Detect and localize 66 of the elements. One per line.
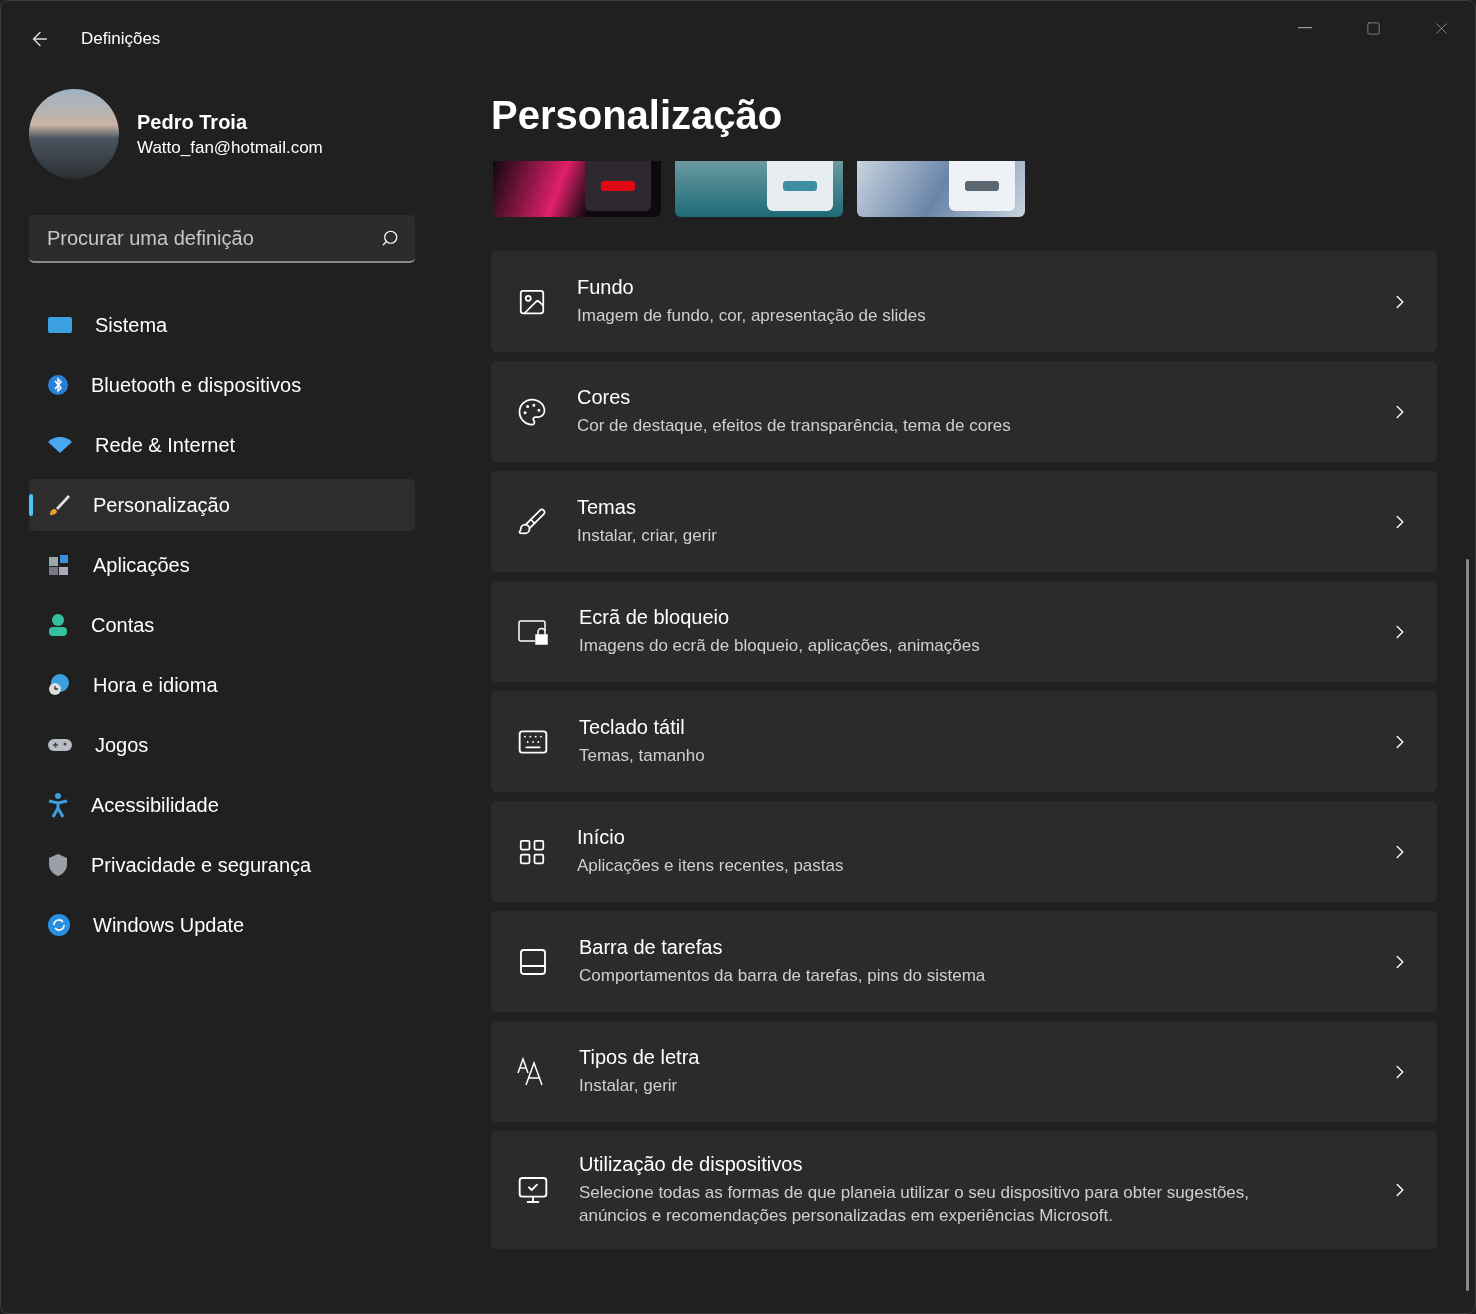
settings-card[interactable]: Teclado tátil Temas, tamanho — [491, 691, 1437, 792]
palette-icon — [517, 396, 547, 427]
sidebar-item[interactable]: Privacidade e segurança — [29, 839, 415, 891]
theme-thumbnail[interactable] — [857, 161, 1025, 217]
minimize-icon — [1298, 27, 1312, 29]
shield-icon — [47, 853, 69, 877]
card-subtitle: Imagens do ecrã de bloqueio, aplicações, animações — [579, 635, 981, 657]
search-field[interactable]: Procurar uma definição — [45, 225, 381, 251]
maximize-icon — [1365, 20, 1381, 36]
paintbrush-icon — [517, 506, 547, 537]
monitor-check-icon — [517, 1174, 549, 1206]
card-title: Ecrã de bloqueio — [579, 606, 731, 629]
person-icon — [47, 613, 69, 637]
sidebar-item[interactable]: Rede & Internet — [29, 419, 415, 471]
monitor-icon — [47, 315, 73, 335]
search-icon — [381, 229, 399, 247]
page-title: Personalização — [491, 92, 784, 139]
selection-indicator — [29, 494, 33, 516]
sidebar-item[interactable]: Jogos — [29, 719, 415, 771]
wifi-icon — [47, 436, 73, 454]
card-title: Fundo — [577, 276, 635, 299]
bluetooth-icon — [47, 373, 69, 397]
apps-icon — [47, 553, 71, 577]
card-subtitle: Comportamentos da barra de tarefas, pins do sistema — [579, 965, 987, 987]
search-box[interactable]: Procurar uma definição — [29, 215, 415, 263]
settings-card[interactable]: Tipos de letra Instalar, gerir — [491, 1021, 1437, 1122]
card-subtitle: Selecione todas as formas de que planeia utilizar o seu dispositivo para obter sugestões, anúncios e recomendações personalizadas em experiências Microsoft. — [579, 1182, 1250, 1227]
settings-card[interactable]: Utilização de dispositivos Selecione todas as formas de que planeia utilizar o seu dispositivo para obter sugestões, anúncios e recomendações personalizadas em experiências Microsoft. — [491, 1131, 1437, 1249]
accessibility-icon — [47, 792, 69, 818]
sidebar-item[interactable]: Aplicações — [29, 539, 415, 591]
card-subtitle: Cor de destaque, efeitos de transparência, tema de cores — [577, 415, 1012, 437]
card-title: Cores — [577, 386, 632, 409]
settings-card[interactable]: Barra de tarefas Comportamentos da barra de tarefas, pins do sistema — [491, 911, 1437, 1012]
sidebar-item[interactable]: Acessibilidade — [29, 779, 415, 831]
theme-thumbnail[interactable] — [675, 161, 843, 217]
paintbrush-icon — [47, 493, 71, 517]
sidebar-item[interactable]: Sistema — [29, 299, 415, 351]
card-subtitle: Instalar, gerir — [579, 1075, 679, 1097]
gamepad-icon — [47, 736, 73, 754]
card-subtitle: Instalar, criar, gerir — [577, 525, 718, 547]
profile-name: Pedro Troia — [137, 110, 249, 134]
globe-clock-icon — [47, 673, 71, 697]
refresh-icon — [47, 913, 71, 937]
card-subtitle: Imagem de fundo, cor, apresentação de slides — [577, 305, 927, 327]
card-title: Teclado tátil — [579, 716, 686, 739]
window-title: Definições — [81, 29, 161, 49]
settings-card[interactable]: Fundo Imagem de fundo, cor, apresentação de slides — [491, 251, 1437, 352]
sidebar-item[interactable]: Windows Update — [29, 899, 415, 951]
settings-card[interactable]: Temas Instalar, criar, gerir — [491, 471, 1437, 572]
sidebar-item[interactable]: Hora e idioma — [29, 659, 415, 711]
sidebar-item[interactable]: Contas — [29, 599, 415, 651]
theme-thumbnail[interactable] — [493, 161, 661, 217]
card-title: Início — [577, 826, 626, 849]
card-subtitle: Aplicações e itens recentes, pastas — [577, 855, 845, 877]
profile-email: Watto_fan@hotmail.com — [137, 137, 323, 158]
sidebar-item[interactable]: Bluetooth e dispositivos — [29, 359, 415, 411]
settings-card[interactable]: Início Aplicações e itens recentes, pastas — [491, 801, 1437, 902]
sidebar-item[interactable]: Personalização — [29, 479, 415, 531]
settings-card[interactable]: Cores Cor de destaque, efeitos de transparência, tema de cores — [491, 361, 1437, 462]
card-title: Barra de tarefas — [579, 936, 724, 959]
card-title: Temas — [577, 496, 637, 519]
card-title: Tipos de letra — [579, 1046, 701, 1069]
card-subtitle: Temas, tamanho — [579, 745, 706, 767]
settings-card[interactable]: Ecrã de bloqueio Imagens do ecrã de bloqueio, aplicações, animações — [491, 581, 1437, 682]
card-title: Utilização de dispositivos — [579, 1153, 804, 1176]
scrollbar[interactable] — [1466, 559, 1469, 1291]
